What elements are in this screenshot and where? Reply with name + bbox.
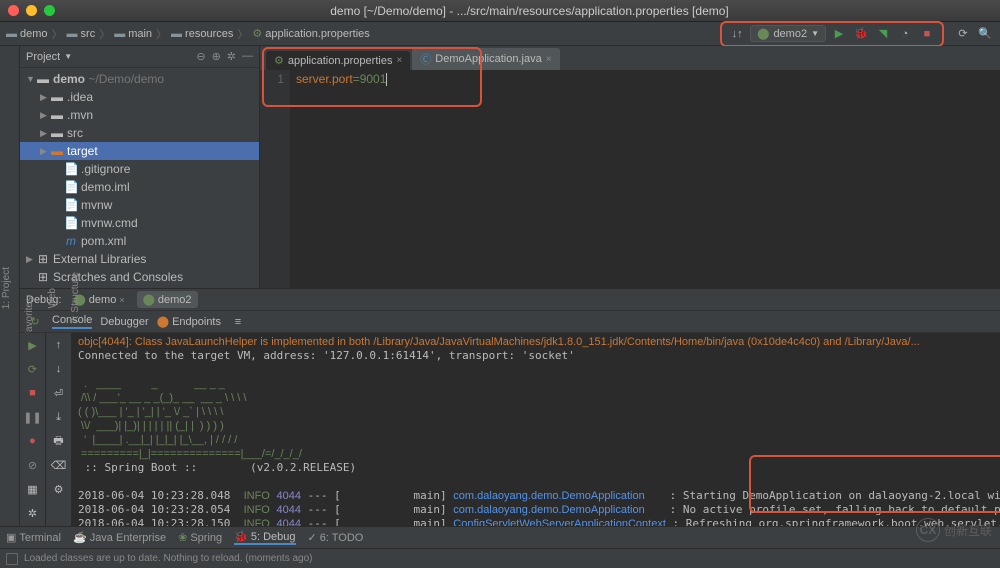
- minimize-window[interactable]: [26, 5, 37, 16]
- close-icon[interactable]: ×: [546, 54, 552, 65]
- tab-demo-application[interactable]: ⒸDemoApplication.java×: [412, 48, 559, 70]
- structure-tool-tab[interactable]: 7: Structure: [69, 268, 82, 328]
- print-icon[interactable]: 🖶: [51, 433, 67, 449]
- tree-external[interactable]: ▶⊞External Libraries: [20, 250, 259, 268]
- tree-gitignore[interactable]: 📄.gitignore: [20, 160, 259, 178]
- settings-icon[interactable]: ✲: [227, 50, 236, 63]
- down-icon[interactable]: ↓: [51, 361, 67, 377]
- console-side-toolbar: ↑ ↓ ⏎ ⤓ 🖶 ⌫ ⚙: [46, 333, 72, 526]
- more-tabs-icon[interactable]: ≡: [229, 313, 247, 331]
- layout-icon[interactable]: ▦: [25, 481, 41, 497]
- status-message: Loaded classes are up to date. Nothing t…: [24, 553, 313, 564]
- project-panel-title: Project: [26, 51, 60, 63]
- tree-idea[interactable]: ▶▬.idea: [20, 88, 259, 106]
- pause-icon[interactable]: ❚❚: [25, 409, 41, 425]
- line-gutter: 1: [260, 70, 290, 288]
- resume-icon[interactable]: ■: [25, 385, 41, 401]
- debug-bottom-tab[interactable]: 🐞 5: Debug: [234, 530, 295, 545]
- run-icon[interactable]: ▶: [830, 25, 848, 43]
- up-icon[interactable]: ↑: [51, 337, 67, 353]
- left-tool-strip: 1: Project 2: Favorites Web 7: Structure: [0, 46, 20, 526]
- editor: ⚙application.properties× ⒸDemoApplicatio…: [260, 46, 1000, 288]
- breadcrumb-main[interactable]: ▬main: [114, 28, 152, 40]
- tree-mvnw[interactable]: 📄mvnw: [20, 196, 259, 214]
- breadcrumb-src[interactable]: ▬src: [67, 28, 96, 40]
- run-config-select[interactable]: ⬤demo2▼: [750, 25, 826, 42]
- rerun-icon[interactable]: ▶: [25, 337, 41, 353]
- code-editor[interactable]: 1 server.port=9001: [260, 70, 1000, 288]
- tree-target[interactable]: ▶▬target: [20, 142, 259, 160]
- web-tool-tab[interactable]: Web: [46, 284, 59, 312]
- coverage-icon[interactable]: ◥: [874, 25, 892, 43]
- breadcrumb-project[interactable]: ▬demo: [6, 28, 48, 40]
- terminal-tab[interactable]: ▣ Terminal: [6, 531, 61, 544]
- tree-src[interactable]: ▶▬src: [20, 124, 259, 142]
- debug-panel: Debug: ⬤demo× ⬤demo2 ✲ — ↻ Console Debug…: [20, 289, 1000, 526]
- breadcrumb-file[interactable]: ⚙application.properties: [252, 27, 369, 40]
- project-tool-tab[interactable]: 1: Project: [0, 263, 13, 313]
- editor-tabs: ⚙application.properties× ⒸDemoApplicatio…: [260, 46, 1000, 70]
- update-icon[interactable]: ⟳: [954, 25, 972, 43]
- tree-mvnwcmd[interactable]: 📄mvnw.cmd: [20, 214, 259, 232]
- console-output[interactable]: objc[4044]: Class JavaLaunchHelper is im…: [72, 333, 1000, 526]
- stop-debug-icon[interactable]: ⟳: [25, 361, 41, 377]
- todo-tab[interactable]: ✓ 6: TODO: [308, 531, 364, 544]
- wrap-icon[interactable]: ⏎: [51, 385, 67, 401]
- debugger-tab[interactable]: Debugger: [100, 316, 148, 328]
- debug-side-toolbar: ▶ ⟳ ■ ❚❚ ● ⊘ ▦ ✲ 📌: [20, 333, 46, 526]
- watermark: CX创新互联: [916, 518, 992, 542]
- statusbar: Loaded classes are up to date. Nothing t…: [0, 548, 1000, 568]
- locate-icon[interactable]: ⊕: [212, 50, 221, 63]
- project-tree[interactable]: ▼▬demo ~/Demo/demo ▶▬.idea ▶▬.mvn ▶▬src …: [20, 68, 259, 288]
- build-icon[interactable]: ↓↑: [728, 25, 746, 43]
- mute-bp-icon[interactable]: ⊘: [25, 457, 41, 473]
- run-toolbar: ↓↑ ⬤demo2▼ ▶ 🐞 ◥ ◔ ■: [720, 21, 944, 47]
- titlebar: demo [~/Demo/demo] - .../src/main/resour…: [0, 0, 1000, 22]
- search-icon[interactable]: 🔍: [976, 25, 994, 43]
- tree-root[interactable]: ▼▬demo ~/Demo/demo: [20, 70, 259, 88]
- tree-mvn[interactable]: ▶▬.mvn: [20, 106, 259, 124]
- clear-icon[interactable]: ⌫: [51, 457, 67, 473]
- tree-iml[interactable]: 📄demo.iml: [20, 178, 259, 196]
- debug-icon[interactable]: 🐞: [852, 25, 870, 43]
- window-controls: [8, 5, 55, 16]
- filter-icon[interactable]: ⚙: [51, 481, 67, 497]
- tab-application-properties[interactable]: ⚙application.properties×: [266, 51, 410, 70]
- stop-icon[interactable]: ■: [918, 25, 936, 43]
- profile-icon[interactable]: ◔: [896, 25, 914, 43]
- settings-icon[interactable]: ✲: [25, 505, 41, 521]
- hide-icon[interactable]: —: [242, 50, 253, 63]
- collapse-icon[interactable]: ⊖: [196, 50, 205, 63]
- tree-pom[interactable]: mpom.xml: [20, 232, 259, 250]
- scroll-icon[interactable]: ⤓: [51, 409, 67, 425]
- close-icon[interactable]: ×: [396, 55, 402, 66]
- breadcrumb-resources[interactable]: ▬resources: [171, 28, 233, 40]
- window-title: demo [~/Demo/demo] - .../src/main/resour…: [67, 4, 992, 18]
- endpoints-tab[interactable]: ⬤ Endpoints: [157, 315, 221, 328]
- spring-tab[interactable]: ❀ Spring: [178, 531, 222, 544]
- debug-config-demo2[interactable]: ⬤demo2: [137, 291, 198, 308]
- bottom-tool-tabs: ▣ Terminal ☕ Java Enterprise ❀ Spring 🐞 …: [0, 526, 1000, 548]
- status-box-icon[interactable]: [6, 553, 18, 565]
- java-ee-tab[interactable]: ☕ Java Enterprise: [73, 531, 166, 544]
- view-bp-icon[interactable]: ●: [25, 433, 41, 449]
- close-window[interactable]: [8, 5, 19, 16]
- maximize-window[interactable]: [44, 5, 55, 16]
- project-panel: Project ▼ ⊖ ⊕ ✲ — ▼▬demo ~/Demo/demo ▶▬.…: [20, 46, 260, 288]
- breadcrumb-bar: ▬demo 〉 ▬src 〉 ▬main 〉 ▬resources 〉 ⚙app…: [0, 22, 1000, 46]
